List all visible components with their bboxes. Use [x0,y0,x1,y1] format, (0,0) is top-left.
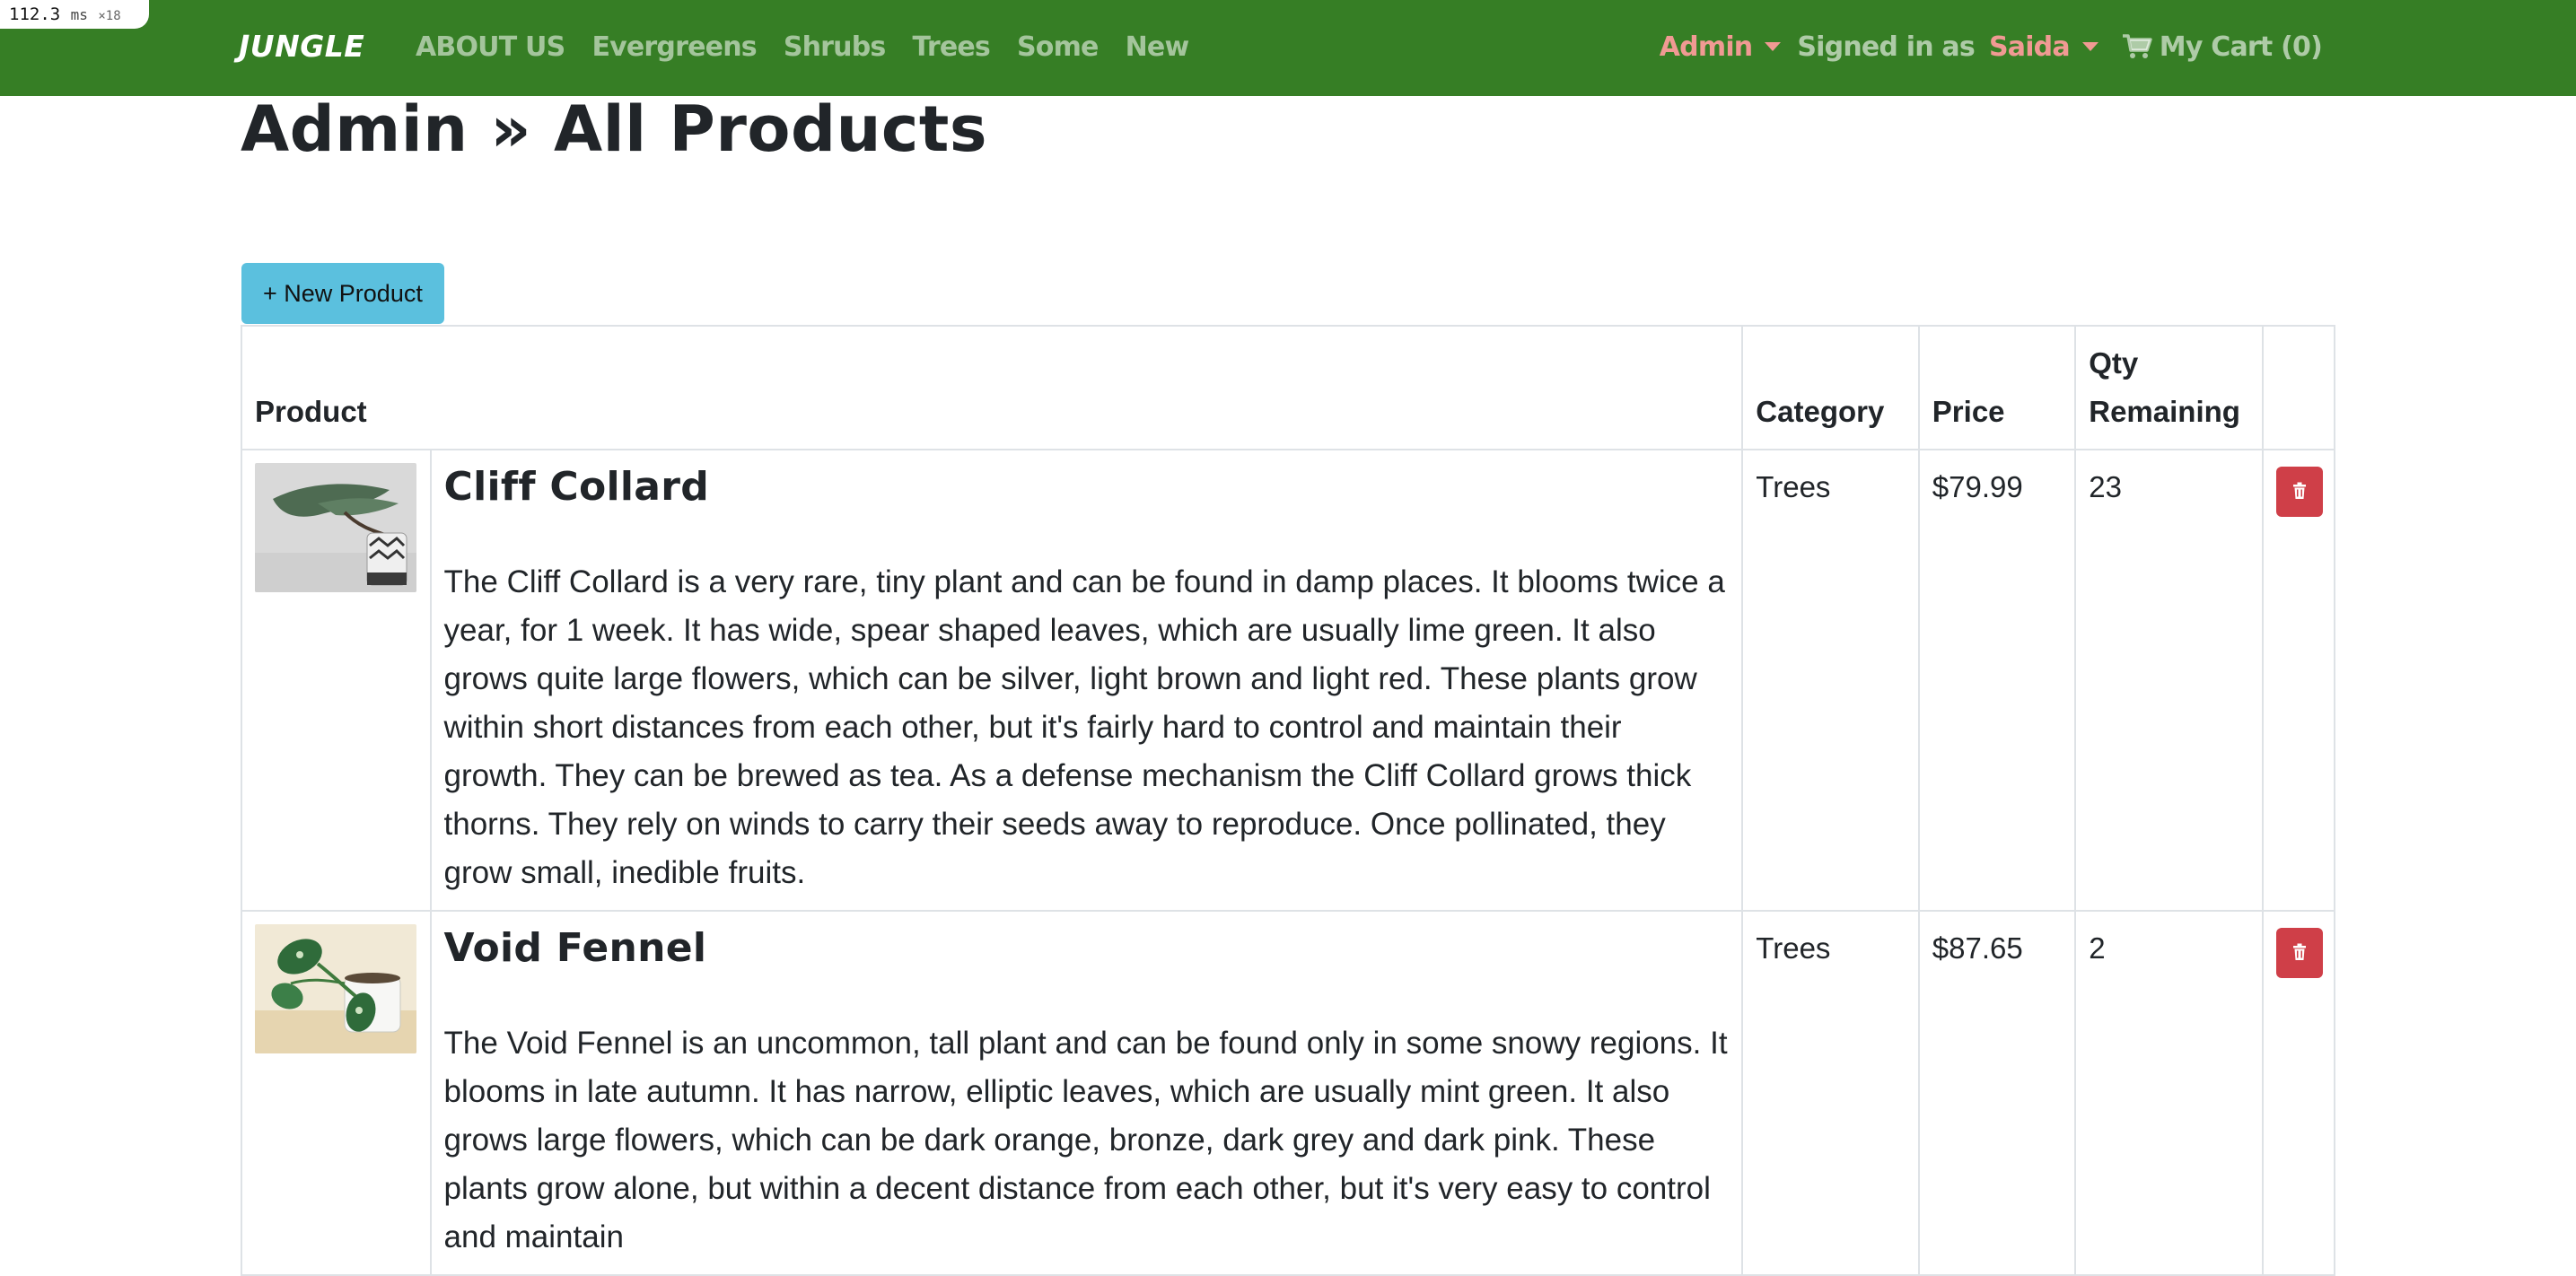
product-info-cell: Cliff Collard The Cliff Collard is a ver… [429,449,1744,912]
delete-button[interactable] [2275,467,2323,517]
table-header-row: Product Category Price Qty Remaining [240,325,2336,450]
product-image-cell [241,449,432,912]
delete-button[interactable] [2275,928,2323,978]
bonsai-tree-image [255,463,416,592]
product-description: The Void Fennel is an uncommon, tall pla… [443,1026,1728,1254]
nav-link-about-us[interactable]: ABOUT US [416,31,565,63]
pothos-plant-image [255,924,416,1053]
nav-link-shrubs[interactable]: Shrubs [784,31,886,63]
nav-links: ABOUT US Evergreens Shrubs Trees Some Ne… [416,25,1190,68]
header-actions [2261,325,2336,450]
nav-link-new[interactable]: New [1126,31,1190,63]
product-category: Trees [1741,449,1920,912]
product-price: $79.99 [1917,449,2077,912]
product-qty: 23 [2074,449,2264,912]
header-price: Price [1917,325,2077,450]
top-navbar: JUNGLE ABOUT US Evergreens Shrubs Trees … [0,0,2576,96]
header-product: Product [240,325,1744,450]
product-qty: 2 [2074,910,2264,1276]
perf-badge: 112.3 ms ×18 [0,0,149,29]
page-title: Admin » All Products [241,92,988,166]
admin-dropdown[interactable]: Admin [1660,31,1782,63]
nav-right: Admin Signed in as Saida My Cart (0) [1660,25,2323,68]
header-qty-remaining: Qty Remaining [2074,325,2264,450]
cart-icon [2122,33,2152,60]
user-dropdown[interactable]: Saida [1989,31,2098,63]
nav-link-evergreens[interactable]: Evergreens [591,31,757,63]
cart-label: My Cart (0) [2159,31,2323,63]
trash-icon [2292,943,2307,964]
product-actions-cell [2261,449,2336,912]
main-content: Admin » All Products + New Product Produ… [240,92,2336,1276]
product-name[interactable]: Void Fennel [444,924,1730,973]
perf-value: 112.3 [9,4,61,24]
brand-logo[interactable]: JUNGLE [239,25,364,68]
chevron-down-icon [1765,42,1782,51]
table-row: Cliff Collard The Cliff Collard is a ver… [241,449,2336,912]
trash-icon [2292,482,2307,503]
nav-link-some[interactable]: Some [1017,31,1099,63]
product-category: Trees [1741,910,1920,1276]
product-actions-cell [2261,910,2336,1276]
products-table: Product Category Price Qty Remaining Cli… [240,325,2336,1276]
user-name: Saida [1988,31,2071,63]
chevron-down-icon [2081,42,2098,51]
signed-in-text: Signed in as [1797,31,1975,63]
product-price: $87.65 [1917,910,2077,1276]
product-image-cell [241,910,432,1276]
perf-unit: ms [70,6,88,23]
product-info-cell: Void Fennel The Void Fennel is an uncomm… [429,910,1744,1276]
perf-count: ×18 [98,9,121,23]
cart-link[interactable]: My Cart (0) [2122,31,2323,63]
product-name[interactable]: Cliff Collard [444,463,1730,511]
table-row: Void Fennel The Void Fennel is an uncomm… [241,910,2336,1276]
product-description: The Cliff Collard is a very rare, tiny p… [443,564,1725,890]
nav-link-trees[interactable]: Trees [912,31,990,63]
new-product-button[interactable]: + New Product [241,263,444,324]
admin-dropdown-label: Admin [1659,31,1753,63]
header-category: Category [1741,325,1920,450]
